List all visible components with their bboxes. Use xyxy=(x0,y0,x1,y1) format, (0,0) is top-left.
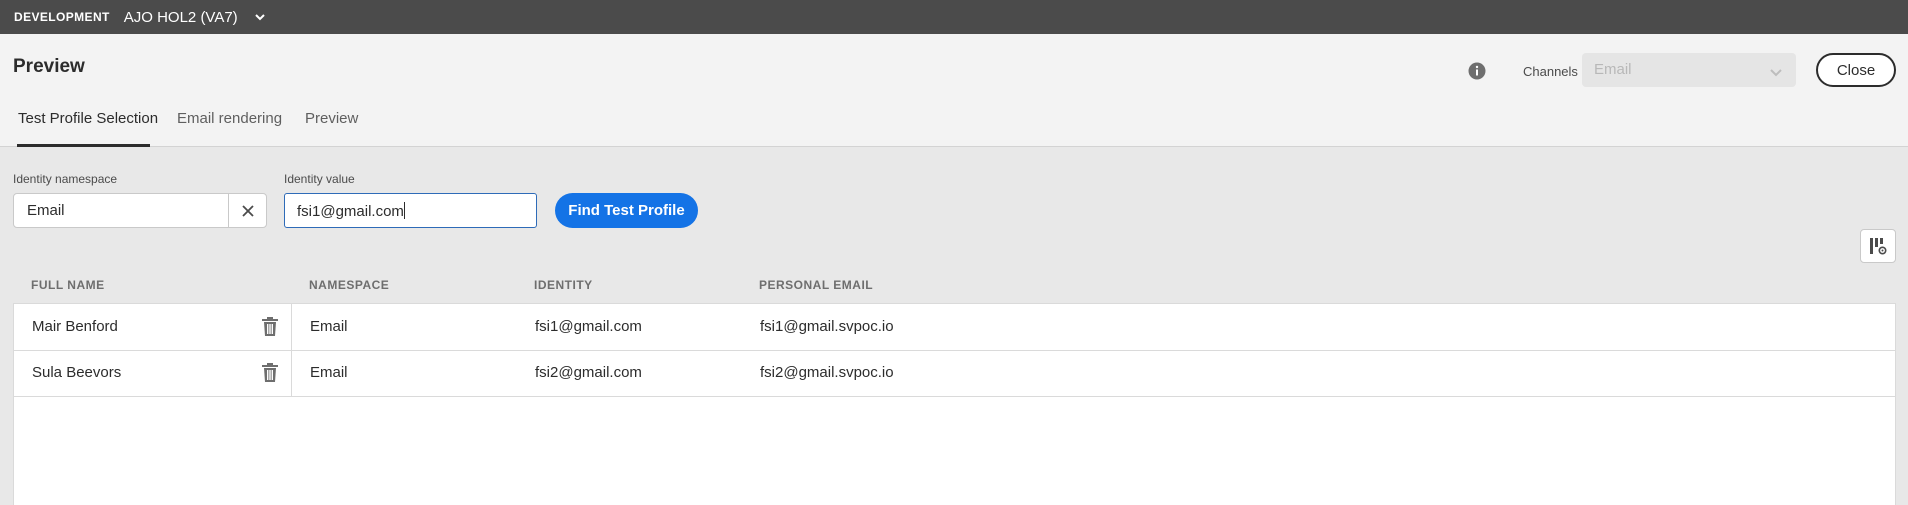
text-caret xyxy=(403,202,405,219)
personal-email-cell: fsi1@gmail.svpoc.io xyxy=(760,318,894,335)
namespace-cell: Email xyxy=(310,318,348,335)
column-divider xyxy=(291,304,292,350)
column-header-personal-email[interactable]: PERSONAL EMAIL xyxy=(759,278,873,292)
identity-cell: fsi1@gmail.com xyxy=(535,318,642,335)
identity-namespace-field[interactable]: Email xyxy=(13,193,267,228)
close-icon[interactable] xyxy=(228,194,267,227)
info-icon[interactable] xyxy=(1468,62,1486,80)
table-row[interactable]: Sula Beevors Email fsi2@gmail.com fsi2@g… xyxy=(14,350,1895,397)
identity-namespace-value: Email xyxy=(27,202,65,219)
column-settings-icon[interactable] xyxy=(1860,229,1896,263)
top-bar: DEVELOPMENT AJO HOL2 (VA7) xyxy=(0,0,1908,34)
full-name-cell: Sula Beevors xyxy=(32,364,122,381)
channels-label: Channels xyxy=(1523,64,1578,79)
column-header-full-name[interactable]: FULL NAME xyxy=(31,278,105,292)
find-test-profile-button[interactable]: Find Test Profile xyxy=(555,193,698,228)
page-title: Preview xyxy=(13,56,85,77)
tab-email-rendering[interactable]: Email rendering xyxy=(177,110,282,127)
channel-select-value: Email xyxy=(1594,61,1632,78)
preview-header: Preview Channels Email Close Test Profil… xyxy=(0,34,1908,147)
personal-email-cell: fsi2@gmail.svpoc.io xyxy=(760,364,894,381)
trash-icon[interactable] xyxy=(260,362,280,384)
tab-test-profile-selection[interactable]: Test Profile Selection xyxy=(18,110,158,127)
identity-cell: fsi2@gmail.com xyxy=(535,364,642,381)
active-tab-indicator xyxy=(17,144,150,147)
namespace-cell: Email xyxy=(310,364,348,381)
identity-value-text: fsi1@gmail.com xyxy=(297,203,404,220)
channel-select[interactable]: Email xyxy=(1582,53,1796,87)
identity-namespace-label: Identity namespace xyxy=(13,172,118,186)
profiles-table: Mair Benford Email fsi1@gmail.com fsi1@g… xyxy=(13,303,1896,505)
table-row[interactable]: Mair Benford Email fsi1@gmail.com fsi1@g… xyxy=(14,304,1895,351)
identity-value-label: Identity value xyxy=(284,172,355,186)
column-divider xyxy=(291,350,292,396)
identity-value-input[interactable]: fsi1@gmail.com xyxy=(284,193,537,228)
tab-preview[interactable]: Preview xyxy=(305,110,358,127)
chevron-down-icon xyxy=(1770,65,1782,77)
full-name-cell: Mair Benford xyxy=(32,318,118,335)
column-header-namespace[interactable]: NAMESPACE xyxy=(309,278,389,292)
sandbox-switcher[interactable]: AJO HOL2 (VA7) xyxy=(124,9,238,26)
column-header-identity[interactable]: IDENTITY xyxy=(534,278,593,292)
chevron-down-icon[interactable] xyxy=(254,11,266,23)
close-button[interactable]: Close xyxy=(1816,53,1896,87)
trash-icon[interactable] xyxy=(260,316,280,338)
environment-label: DEVELOPMENT xyxy=(14,10,110,24)
